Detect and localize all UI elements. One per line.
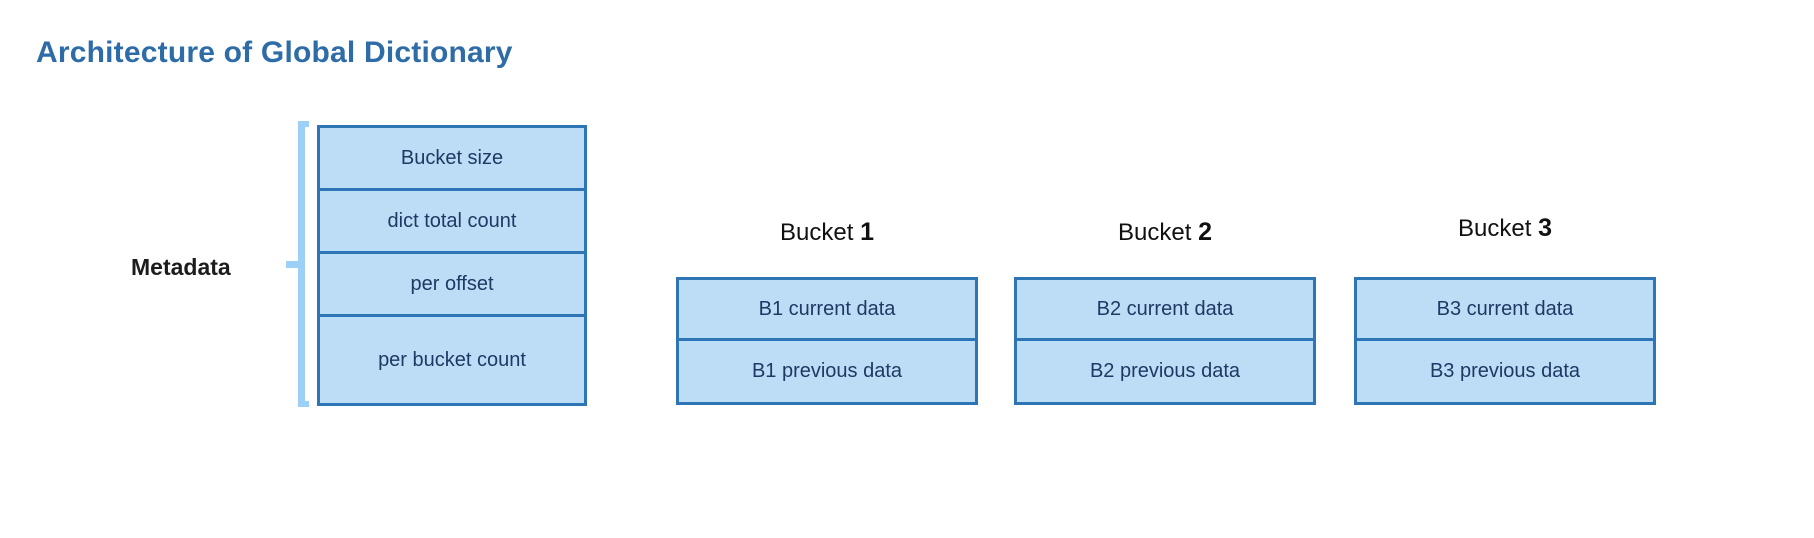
brace-center-tick-icon — [286, 261, 299, 268]
brace-spine — [298, 121, 305, 407]
metadata-label: Metadata — [131, 254, 231, 280]
page-title: Architecture of Global Dictionary — [36, 36, 513, 69]
bucket-1-title-prefix: Bucket — [780, 219, 854, 246]
brace-hook-bottom-icon — [298, 401, 309, 407]
diagram-canvas: Architecture of Global Dictionary Metada… — [0, 0, 1814, 538]
bucket-3-row-current: B3 current data — [1357, 280, 1653, 341]
bucket-2-index: 2 — [1198, 218, 1212, 246]
bucket-group-1: Bucket 1 B1 current data B1 previous dat… — [667, 0, 987, 538]
bucket-1-index: 1 — [860, 218, 874, 246]
bucket-3-row-previous: B3 previous data — [1357, 341, 1653, 402]
bucket-group-3: Bucket 3 B3 current data B3 previous dat… — [1345, 0, 1665, 538]
bucket-3-index: 3 — [1538, 214, 1552, 242]
bucket-3-stack: B3 current data B3 previous data — [1354, 277, 1656, 405]
bucket-1-row-current: B1 current data — [679, 280, 975, 341]
bucket-1-row-previous: B1 previous data — [679, 341, 975, 402]
metadata-row-per-bucket-count: per bucket count — [320, 317, 584, 403]
metadata-row-bucket-size: Bucket size — [320, 128, 584, 191]
bucket-2-title-prefix: Bucket — [1118, 219, 1192, 246]
bucket-2-title: Bucket 2 — [1005, 218, 1325, 247]
metadata-row-per-offset: per offset — [320, 254, 584, 317]
bucket-group-2: Bucket 2 B2 current data B2 previous dat… — [1005, 0, 1325, 538]
bucket-1-stack: B1 current data B1 previous data — [676, 277, 978, 405]
bucket-2-row-previous: B2 previous data — [1017, 341, 1313, 402]
metadata-stack: Bucket size dict total count per offset … — [317, 125, 587, 406]
bucket-1-title: Bucket 1 — [667, 218, 987, 247]
bucket-3-title: Bucket 3 — [1345, 214, 1665, 243]
bucket-3-title-prefix: Bucket — [1458, 215, 1532, 242]
bucket-2-row-current: B2 current data — [1017, 280, 1313, 341]
metadata-row-dict-total-count: dict total count — [320, 191, 584, 254]
bucket-2-stack: B2 current data B2 previous data — [1014, 277, 1316, 405]
brace-hook-top-icon — [298, 121, 309, 127]
metadata-brace — [286, 121, 309, 407]
